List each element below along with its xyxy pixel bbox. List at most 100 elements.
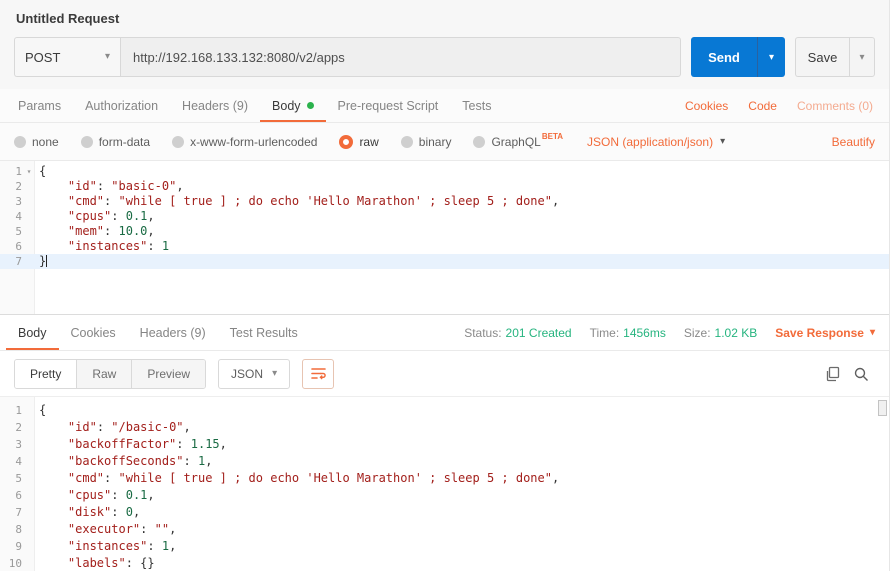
body-type-row: none form-data x-www-form-urlencoded raw…: [0, 123, 889, 161]
line-number: 5: [0, 470, 34, 487]
line-number: 6: [0, 487, 34, 504]
code-line-9[interactable]: 9 "instances": 1,: [0, 538, 889, 555]
url-input[interactable]: [120, 37, 681, 77]
send-options-button[interactable]: ▾: [757, 37, 785, 77]
response-meta: Status: 201 Created Time: 1456ms Size: 1…: [464, 315, 883, 350]
scrollbar-thumb[interactable]: [878, 400, 887, 416]
line-number: 2: [0, 419, 34, 436]
line-number: 3: [0, 436, 34, 453]
code-line-8[interactable]: 8 "executor": "",: [0, 521, 889, 538]
method-label: POST: [25, 50, 60, 65]
wrap-text-button[interactable]: [302, 359, 334, 389]
chevron-down-icon: ▾: [859, 52, 864, 63]
line-number: 5: [0, 224, 34, 239]
body-type-none[interactable]: none: [14, 135, 59, 149]
time-label: Time:: [590, 326, 620, 340]
body-type-urlencoded-label: x-www-form-urlencoded: [190, 135, 317, 149]
body-type-raw-label: raw: [359, 135, 378, 149]
search-icon: [853, 366, 869, 382]
raw-language-select[interactable]: JSON (application/json) ▾: [587, 135, 725, 149]
copy-icon: [825, 366, 841, 382]
tab-params[interactable]: Params: [6, 89, 73, 122]
body-type-binary-label: binary: [419, 135, 452, 149]
line-number: 1: [0, 402, 34, 419]
code-line-6[interactable]: 6 "cpus": 0.1,: [0, 487, 889, 504]
line-number: 9: [0, 538, 34, 555]
line-number: 3: [0, 194, 34, 209]
code-line-1[interactable]: 1▾{: [0, 164, 889, 179]
line-number: 8: [0, 521, 34, 538]
request-body-editor[interactable]: 1▾{2 "id": "basic-0",3 "cmd": "while [ t…: [0, 161, 889, 314]
copy-response-button[interactable]: [819, 360, 847, 388]
body-type-graphql-label: GraphQL: [491, 135, 540, 149]
code-line-5[interactable]: 5 "mem": 10.0,: [0, 224, 889, 239]
cookies-link[interactable]: Cookies: [675, 89, 738, 122]
chevron-down-icon: ▾: [769, 52, 774, 63]
request-title-bar: Untitled Request: [0, 0, 889, 35]
tab-body-label: Body: [272, 99, 301, 113]
code-line-1[interactable]: 1{: [0, 402, 889, 419]
response-tab-headers[interactable]: Headers (9): [128, 315, 218, 350]
code-line-2[interactable]: 2 "id": "/basic-0",: [0, 419, 889, 436]
tabs-spacer: [503, 89, 674, 122]
request-tabs: Params Authorization Headers (9) Body Pr…: [0, 89, 889, 123]
body-type-raw[interactable]: raw: [339, 135, 378, 149]
view-mode-segments: Pretty Raw Preview: [14, 359, 206, 389]
save-button[interactable]: Save: [795, 37, 849, 77]
comments-link[interactable]: Comments (0): [787, 89, 883, 122]
beautify-button[interactable]: Beautify: [832, 135, 875, 149]
code-line-3[interactable]: 3 "cmd": "while [ true ] ; do echo 'Hell…: [0, 194, 889, 209]
view-preview-button[interactable]: Preview: [132, 360, 205, 388]
code-line-4[interactable]: 4 "cpus": 0.1,: [0, 209, 889, 224]
response-language-label: JSON: [231, 367, 263, 381]
line-number: 10: [0, 555, 34, 571]
code-line-2[interactable]: 2 "id": "basic-0",: [0, 179, 889, 194]
status-value: 201 Created: [506, 326, 572, 340]
tab-body[interactable]: Body: [260, 89, 326, 122]
fold-icon[interactable]: ▾: [24, 164, 34, 179]
response-tab-test-results[interactable]: Test Results: [218, 315, 310, 350]
body-has-content-dot-icon: [307, 102, 314, 109]
tab-tests[interactable]: Tests: [450, 89, 503, 122]
tab-headers[interactable]: Headers (9): [170, 89, 260, 122]
response-tab-cookies[interactable]: Cookies: [59, 315, 128, 350]
response-body-viewer[interactable]: 1{2 "id": "/basic-0",3 "backoffFactor": …: [0, 397, 889, 571]
code-line-10[interactable]: 10 "labels": {}: [0, 555, 889, 571]
tab-authorization[interactable]: Authorization: [73, 89, 170, 122]
code-link[interactable]: Code: [738, 89, 787, 122]
save-response-label: Save Response: [775, 326, 864, 340]
time-value: 1456ms: [623, 326, 666, 340]
body-type-urlencoded[interactable]: x-www-form-urlencoded: [172, 135, 317, 149]
graphql-beta-badge: BETA: [542, 132, 563, 141]
code-line-4[interactable]: 4 "backoffSeconds": 1,: [0, 453, 889, 470]
body-type-form-data-label: form-data: [99, 135, 150, 149]
body-type-binary[interactable]: binary: [401, 135, 452, 149]
response-tabs: Body Cookies Headers (9) Test Results St…: [0, 314, 889, 351]
search-response-button[interactable]: [847, 360, 875, 388]
code-line-7[interactable]: 7}: [0, 254, 889, 269]
view-raw-button[interactable]: Raw: [77, 360, 132, 388]
response-toolbar-right: [819, 360, 875, 388]
save-options-button[interactable]: ▾: [849, 37, 875, 77]
body-type-graphql[interactable]: GraphQL BETA: [473, 135, 563, 149]
radio-icon: [172, 136, 184, 148]
radio-icon: [401, 136, 413, 148]
tab-prerequest-script[interactable]: Pre-request Script: [326, 89, 451, 122]
method-select[interactable]: POST ▾: [14, 37, 120, 77]
code-line-6[interactable]: 6 "instances": 1: [0, 239, 889, 254]
save-button-group: Save ▾: [795, 37, 875, 77]
view-pretty-button[interactable]: Pretty: [15, 360, 77, 388]
code-line-5[interactable]: 5 "cmd": "while [ true ] ; do echo 'Hell…: [0, 470, 889, 487]
response-tab-body[interactable]: Body: [6, 315, 59, 350]
send-button[interactable]: Send: [691, 37, 757, 77]
raw-language-label: JSON (application/json): [587, 135, 713, 149]
save-response-button[interactable]: Save Response ▾: [775, 326, 875, 340]
code-line-3[interactable]: 3 "backoffFactor": 1.15,: [0, 436, 889, 453]
wrap-text-icon: [311, 367, 326, 380]
size-value: 1.02 KB: [715, 326, 758, 340]
response-language-select[interactable]: JSON ▾: [218, 359, 290, 389]
body-type-none-label: none: [32, 135, 59, 149]
line-number: 6: [0, 239, 34, 254]
code-line-7[interactable]: 7 "disk": 0,: [0, 504, 889, 521]
body-type-form-data[interactable]: form-data: [81, 135, 150, 149]
